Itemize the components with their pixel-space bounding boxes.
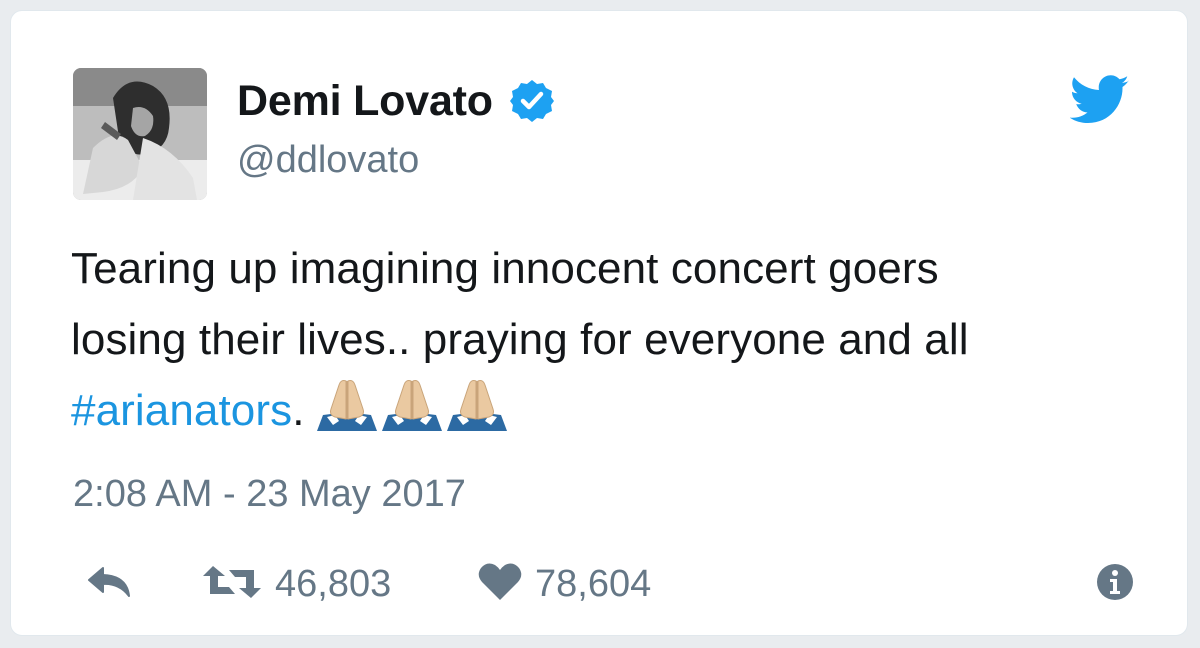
folded-hands-emoji xyxy=(378,375,446,431)
like-count: 78,604 xyxy=(535,562,652,605)
avatar[interactable] xyxy=(73,68,207,200)
tweet-text-line: #arianators. xyxy=(71,375,1171,446)
heart-icon xyxy=(477,562,523,607)
retweet-count: 46,803 xyxy=(275,562,392,605)
info-icon xyxy=(1095,562,1135,607)
tweet-text-line: losing their lives.. praying for everyon… xyxy=(71,315,969,364)
author-handle[interactable]: @ddlovato xyxy=(237,139,419,182)
twitter-bird-icon[interactable] xyxy=(1069,75,1130,125)
avatar-photo xyxy=(73,68,207,200)
tweet-text-line: Tearing up imagining innocent concert go… xyxy=(71,244,939,293)
like-button[interactable]: 78,604 xyxy=(477,559,651,609)
emoji-row xyxy=(313,375,508,431)
retweet-icon xyxy=(201,564,263,605)
tweet-timestamp[interactable]: 2:08 AM - 23 May 2017 xyxy=(73,473,466,516)
tweet-text: Tearing up imagining innocent concert go… xyxy=(71,233,1171,446)
retweet-button[interactable]: 46,803 xyxy=(201,559,391,609)
info-button[interactable] xyxy=(1095,559,1135,609)
hashtag-link[interactable]: #arianators xyxy=(71,386,292,435)
tweet-text-punctuation: . xyxy=(292,386,305,435)
tweet-actions: 46,803 78,604 xyxy=(73,559,1133,609)
tweet-card: Demi Lovato @ddlovato Tearing up imagini… xyxy=(10,10,1188,636)
verified-badge-icon xyxy=(509,78,555,124)
author-name-row: Demi Lovato xyxy=(237,73,555,129)
folded-hands-emoji xyxy=(443,375,511,431)
folded-hands-emoji xyxy=(313,375,381,431)
reply-icon xyxy=(87,564,133,605)
reply-button[interactable] xyxy=(87,559,133,609)
author-display-name[interactable]: Demi Lovato xyxy=(237,77,493,126)
